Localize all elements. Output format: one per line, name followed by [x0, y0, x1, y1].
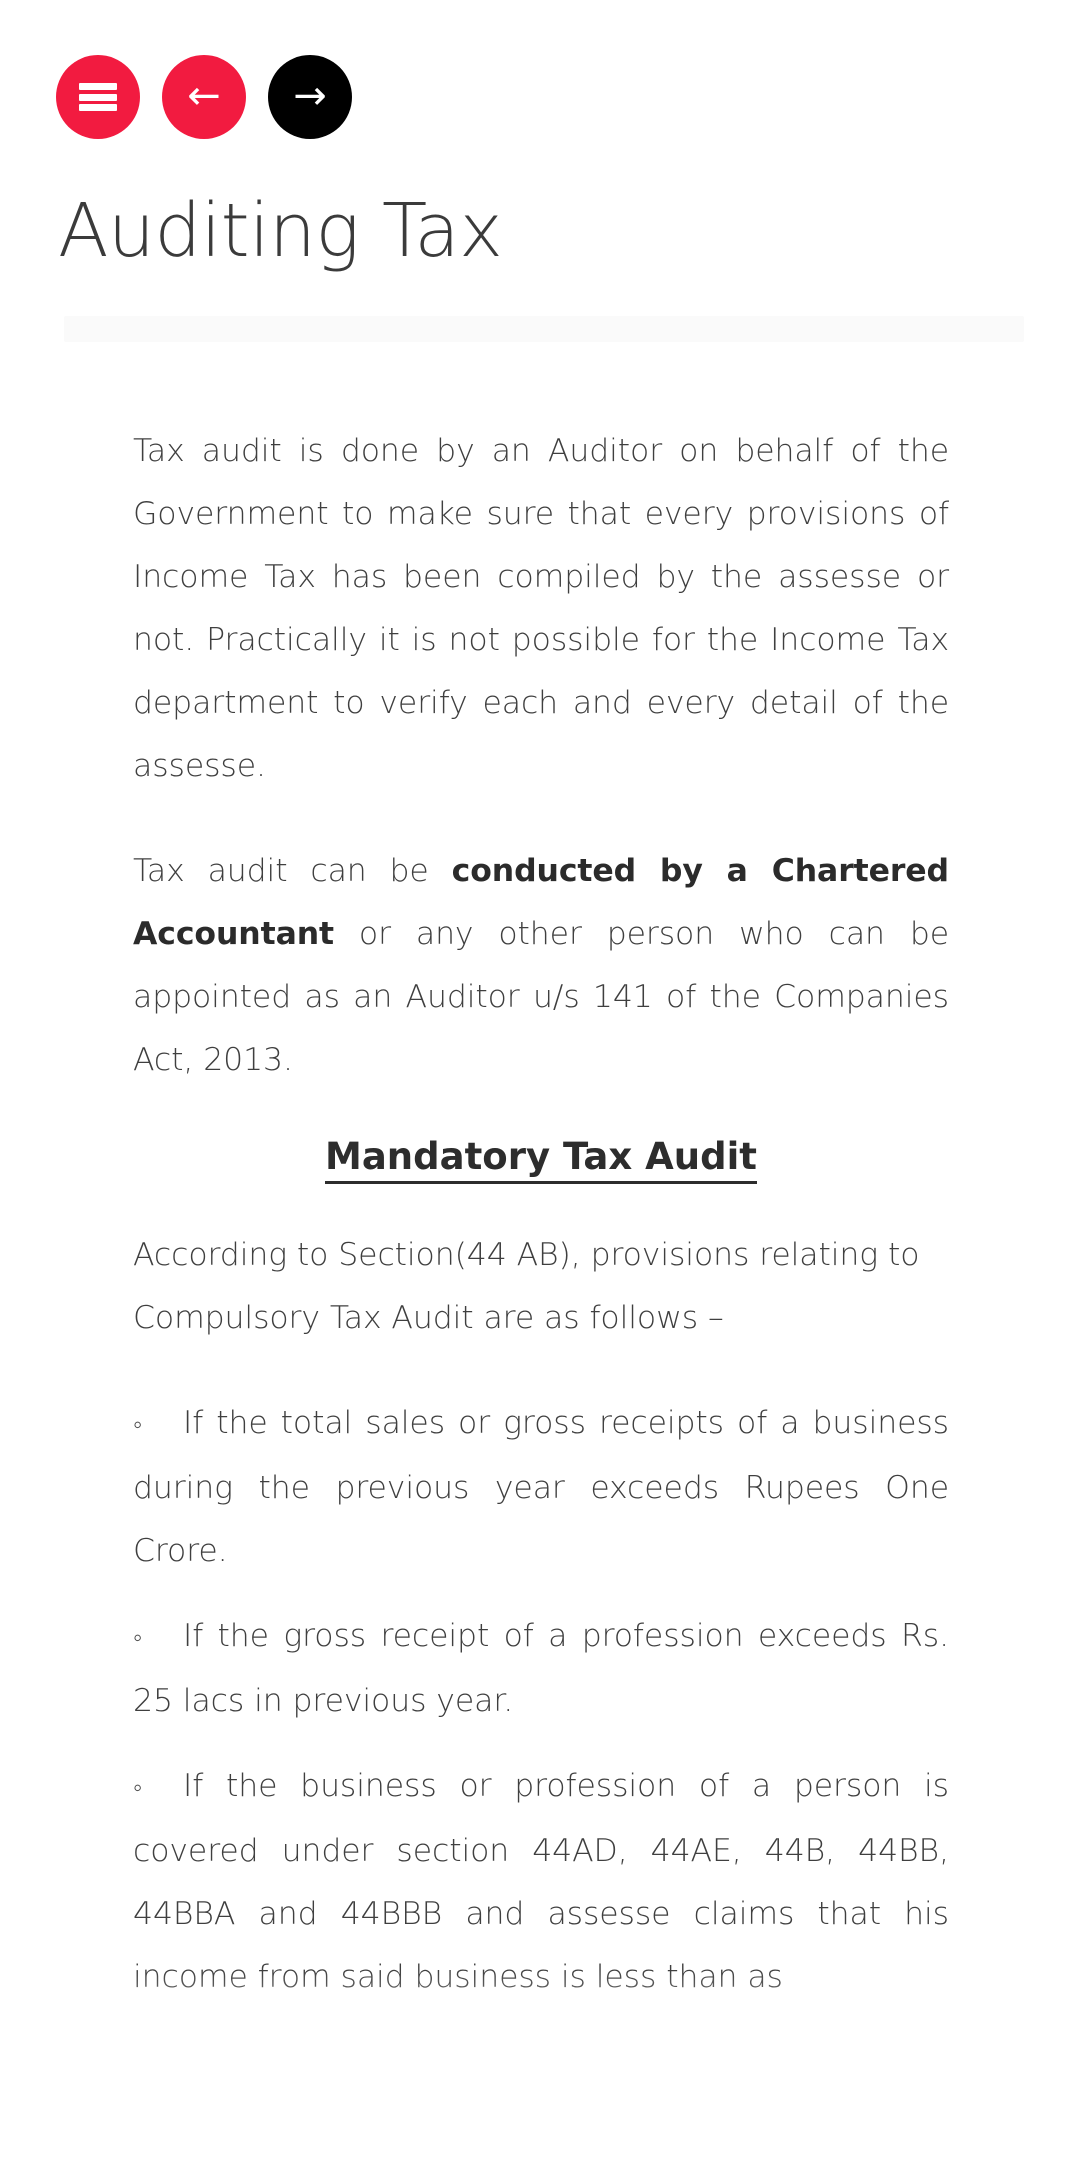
list-item-text: If the total sales or gross receipts of … — [133, 1405, 949, 1570]
paragraph-2-lead: Tax audit can be — [133, 853, 452, 889]
list-item: ◦ If the business or profession of a pers… — [133, 1755, 949, 2009]
bullet-marker-icon: ◦ — [133, 1410, 143, 1441]
forward-button[interactable]: → — [268, 55, 352, 139]
list-item-text: If the business or profession of a perso… — [133, 1768, 949, 1996]
menu-button[interactable] — [56, 55, 140, 139]
arrow-left-icon: ← — [187, 72, 221, 119]
list-item-text: If the gross receipt of a profession exc… — [133, 1618, 949, 1720]
toolbar: ← → — [56, 55, 352, 139]
bullet-marker-icon: ◦ — [133, 1773, 143, 1804]
bullet-marker-icon: ◦ — [133, 1623, 143, 1654]
hamburger-menu-icon — [79, 83, 117, 111]
back-button[interactable]: ← — [162, 55, 246, 139]
list-item: ◦ If the gross receipt of a profession ex… — [133, 1605, 949, 1733]
paragraph-3: According to Section(44 AB), provisions … — [133, 1237, 920, 1337]
section-heading: Mandatory Tax Audit — [133, 1134, 949, 1184]
page-title: Auditing Tax — [58, 188, 503, 274]
arrow-right-icon: → — [293, 72, 327, 119]
section-heading-text: Mandatory Tax Audit — [325, 1135, 757, 1184]
article-page: ← → Auditing Tax Tax audit is done by an… — [0, 0, 1080, 2160]
list-item: ◦ If the total sales or gross receipts of… — [133, 1392, 949, 1583]
paragraph-2: Tax audit can be conducted by a Chartere… — [133, 840, 949, 1092]
article-body: Tax audit is done by an Auditor on behal… — [133, 420, 949, 2031]
paragraph-1: Tax audit is done by an Auditor on behal… — [133, 433, 949, 784]
reading-progress-bar[interactable] — [64, 316, 1024, 342]
